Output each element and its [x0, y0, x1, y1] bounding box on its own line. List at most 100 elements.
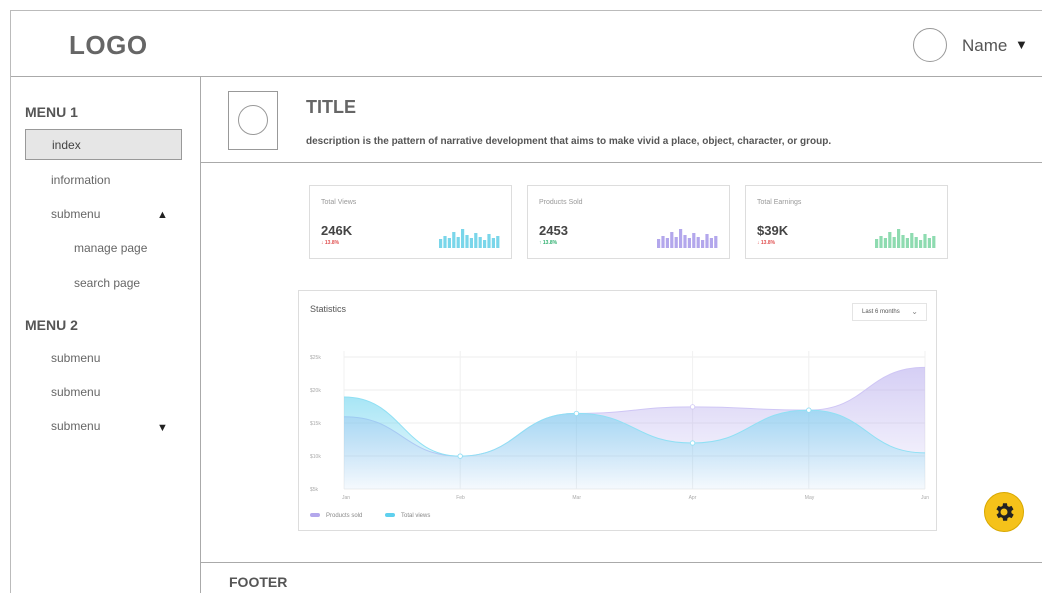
sparkline-bar	[683, 235, 687, 248]
sparkline-bar	[491, 238, 495, 248]
sidebar-item-manage-page[interactable]: manage page	[74, 241, 147, 255]
stat-card-total-earnings[interactable]: Total Earnings $39K ↓ 13.8%	[745, 185, 948, 259]
stat-value: 246K	[321, 223, 353, 238]
legend-item-products-sold[interactable]: Products sold	[310, 513, 362, 519]
sparkline-bar	[914, 237, 918, 248]
sparkline-bar	[679, 229, 683, 248]
sparkline-bar	[923, 234, 927, 248]
x-tick-label: Jun	[921, 495, 929, 501]
data-point	[457, 453, 463, 459]
data-point	[689, 440, 696, 446]
legend-label: Total views	[401, 513, 431, 519]
y-tick-label: $10k	[310, 454, 321, 460]
sidebar-item-search-page[interactable]: search page	[74, 276, 140, 290]
collapse-arrow-icon[interactable]: ▲	[157, 209, 168, 221]
statistics-area-chart: $25k $20k $15k $10k $5k Jan Feb Mar Apr May Jun	[310, 351, 929, 501]
user-menu-caret-icon[interactable]: ▼	[1015, 37, 1028, 52]
sparkline-bar	[447, 238, 451, 248]
stat-card-total-views[interactable]: Total Views 246K ↓ 13.8%	[309, 185, 512, 259]
sparkline-bar	[692, 233, 696, 248]
sparkline-bar	[714, 236, 718, 248]
image-placeholder-icon	[238, 105, 268, 135]
x-tick-label: Mar	[572, 495, 581, 501]
sparkline-bar	[657, 239, 661, 248]
sidebar-item-submenu[interactable]: submenu	[51, 419, 100, 433]
page-title: TITLE	[306, 97, 356, 117]
sparkline-bar	[665, 238, 669, 248]
user-avatar[interactable]	[913, 28, 947, 62]
data-point	[573, 410, 579, 417]
settings-button[interactable]	[984, 492, 1024, 532]
sparkline-bar	[875, 239, 879, 248]
stat-label: Total Views	[321, 199, 357, 206]
sparkline-bar	[696, 237, 700, 248]
statistics-title: Statistics	[310, 304, 347, 314]
legend-item-total-views[interactable]: Total views	[385, 513, 430, 519]
title-image-placeholder	[228, 91, 278, 150]
chevron-down-icon: ⌄	[911, 307, 918, 316]
y-tick-label: $20k	[310, 388, 321, 394]
y-tick-label: $5k	[310, 487, 319, 493]
stat-value: 2453	[539, 223, 568, 238]
expand-arrow-icon[interactable]: ▼	[157, 422, 168, 434]
footer: FOOTER	[229, 574, 288, 590]
stat-change: ↑ 13.8%	[539, 240, 558, 246]
legend-swatch	[310, 513, 320, 518]
data-point	[689, 404, 696, 410]
sparkline-bar	[439, 239, 443, 248]
sparkline-bar	[487, 234, 491, 248]
sparkline-bar	[888, 232, 892, 248]
sparkline-bar	[701, 240, 705, 248]
sparkline-bars	[875, 229, 936, 248]
stat-value: $39K	[757, 223, 789, 238]
data-point	[806, 407, 812, 413]
sparkline-bar	[932, 236, 936, 248]
sparkline-bar	[496, 236, 500, 248]
sparkline-bar	[687, 238, 691, 248]
x-tick-label: Apr	[689, 495, 697, 501]
sparkline-bar	[883, 238, 887, 248]
x-tick-label: May	[805, 495, 815, 501]
stat-card-products-sold[interactable]: Products Sold 2453 ↑ 13.8%	[527, 185, 730, 259]
sparkline-bar	[910, 233, 914, 248]
logo[interactable]: LOGO	[69, 30, 148, 61]
sidebar-item-submenu[interactable]: submenu	[51, 207, 100, 221]
sparkline-bar	[661, 236, 665, 248]
sidebar-item-information[interactable]: information	[51, 173, 110, 187]
x-tick-label: Feb	[456, 495, 465, 501]
menu1-title: MENU 1	[25, 104, 78, 120]
sparkline-bar	[905, 238, 909, 248]
stat-change: ↓ 13.8%	[321, 240, 340, 246]
sparkline-bar	[897, 229, 901, 248]
legend-label: Products sold	[326, 513, 363, 519]
sparkline-bar	[478, 237, 482, 248]
stat-label: Products Sold	[539, 199, 583, 206]
range-select[interactable]: Last 6 months ⌄	[852, 303, 927, 321]
title-section: TITLE description is the pattern of narr…	[201, 77, 1042, 163]
sparkline-bar	[461, 229, 465, 248]
user-name[interactable]: Name	[962, 36, 1007, 56]
sidebar-item-index[interactable]: index	[25, 129, 182, 160]
sparkline-bar	[443, 236, 447, 248]
sparkline-bar	[474, 233, 478, 248]
sparkline-bar	[670, 232, 674, 248]
x-tick-label: Jan	[342, 495, 350, 501]
sparkline-bar	[919, 240, 923, 248]
top-header: LOGO Name ▼	[11, 11, 1042, 77]
sparkline-bar	[456, 237, 460, 248]
sparkline-bar	[452, 232, 456, 248]
gear-icon	[996, 503, 1014, 521]
sidebar-item-submenu[interactable]: submenu	[51, 351, 100, 365]
sparkline-bar	[879, 236, 883, 248]
stat-change: ↓ 13.8%	[757, 240, 776, 246]
sparkline-bar	[705, 234, 709, 248]
sparkline-bar	[465, 235, 469, 248]
sparkline-bar	[674, 237, 678, 248]
statistics-panel: Statistics Last 6 months ⌄ $25k $20k $15k $…	[298, 290, 937, 531]
y-tick-label: $15k	[310, 421, 321, 427]
sidebar: MENU 1 index information submenu ▲ manag…	[11, 77, 201, 593]
sidebar-item-submenu[interactable]: submenu	[51, 385, 100, 399]
sparkline-bar	[901, 235, 905, 248]
range-select-value: Last 6 months	[862, 309, 900, 315]
menu2-title: MENU 2	[25, 317, 78, 333]
